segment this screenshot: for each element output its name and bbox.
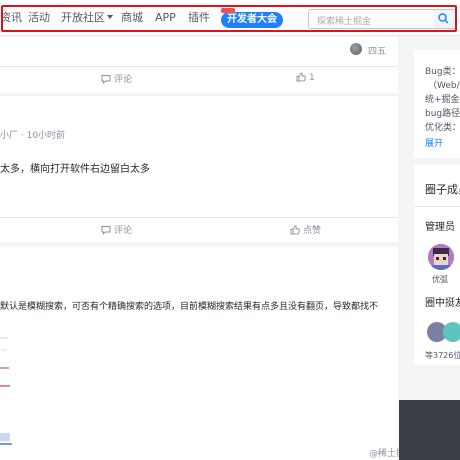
hot-badge [221,8,235,13]
members-label: 圈中挺友 [425,298,460,309]
thumb-up-icon [290,225,300,235]
nav-item-app[interactable]: APP [155,11,176,25]
intro-line: 优化类： [425,123,460,133]
nav-item-plugins[interactable]: 插件 [188,11,210,25]
sidebar-circle-members: 圈子成员 管理员 优弧 圈中挺友 等3726位 [414,165,460,365]
post-action-bar: 评论 点赞 [0,217,398,239]
nav-item-open-community-label: 开放社区 [61,11,105,24]
intro-line: 统+掘金 [425,95,460,105]
like-button[interactable]: 1 [296,72,315,83]
post-meta: 小厂 · 10小时前 [0,128,65,141]
comment-label: 评论 [114,75,133,85]
admin-avatar[interactable] [428,244,454,270]
floating-panel [399,400,460,460]
admin-label: 管理员 [425,222,455,233]
thumb-detail [0,367,9,369]
expand-link[interactable]: 展开 [425,136,443,149]
nav-item-mall[interactable]: 商城 [121,11,143,25]
thumb-up-icon [296,72,306,82]
divider [414,206,460,207]
avatar[interactable] [350,43,362,55]
sidebar-circle-intro: Bug类： （Web/ 统+掘金 bug路径 优化类： 展开 [414,50,460,158]
like-button[interactable]: 点赞 [290,223,321,236]
comment-icon [101,226,111,235]
avatar-icon [428,244,454,270]
meta-separator: · [18,131,27,141]
nav-item-events[interactable]: 活动 [28,11,50,25]
post-card: 默认是模糊搜索，可否有个精确搜索的选项，目前模糊搜索结果有点多且没有翻页，导致都… [0,247,398,460]
like-count: 1 [309,73,315,83]
search-box[interactable]: 探索稀土掘金 [308,9,456,29]
search-button[interactable] [433,10,455,28]
thumb-detail [0,385,10,387]
post-card: 小厂 · 10小时前 太多，横向打开软件右边留白太多 评论 点赞 [0,96,398,242]
thumb-detail [2,349,7,351]
post-content[interactable]: 太多，横向打开软件右边留白太多 [0,160,150,175]
post-content[interactable]: 默认是模糊搜索，可否有个精确搜索的选项，目前模糊搜索结果有点多且没有翻页，导致都… [0,299,378,312]
search-input[interactable]: 探索稀土掘金 [317,14,371,27]
like-label: 点赞 [303,226,322,236]
post-image-thumbnail[interactable] [0,337,14,455]
nav-item-news[interactable]: 资讯 [0,11,22,25]
members-title: 圈子成员 [425,183,460,196]
nav-item-open-community[interactable]: 开放社区 [61,11,113,25]
post-action-bar: 评论 1 [0,66,398,88]
post-card: 四五 评论 1 [0,37,398,93]
comment-button[interactable]: 评论 [101,223,132,236]
search-icon [438,13,449,24]
post-time: 10小时前 [26,131,66,141]
admin-name[interactable]: 优弧 [432,274,448,285]
chevron-down-icon [107,15,113,19]
intro-line: bug路径 [425,109,460,119]
member-count: 等3726位 [425,351,460,360]
intro-line: （Web/ [428,81,460,91]
comment-icon [101,75,111,84]
thumb-detail [0,337,8,339]
post-author[interactable]: 小厂 [0,131,18,141]
thumb-detail [0,443,12,445]
thumb-detail [0,433,10,441]
member-avatar[interactable] [443,322,460,342]
post-author[interactable]: 四五 [368,44,386,57]
comment-button[interactable]: 评论 [101,72,132,85]
intro-line: Bug类： [425,67,460,77]
top-nav: 资讯 活动 开放社区 商城 APP 插件 开发者大会 探索稀土掘金 [0,0,460,36]
comment-label: 评论 [114,226,133,236]
dev-conference-button[interactable]: 开发者大会 [221,12,283,28]
